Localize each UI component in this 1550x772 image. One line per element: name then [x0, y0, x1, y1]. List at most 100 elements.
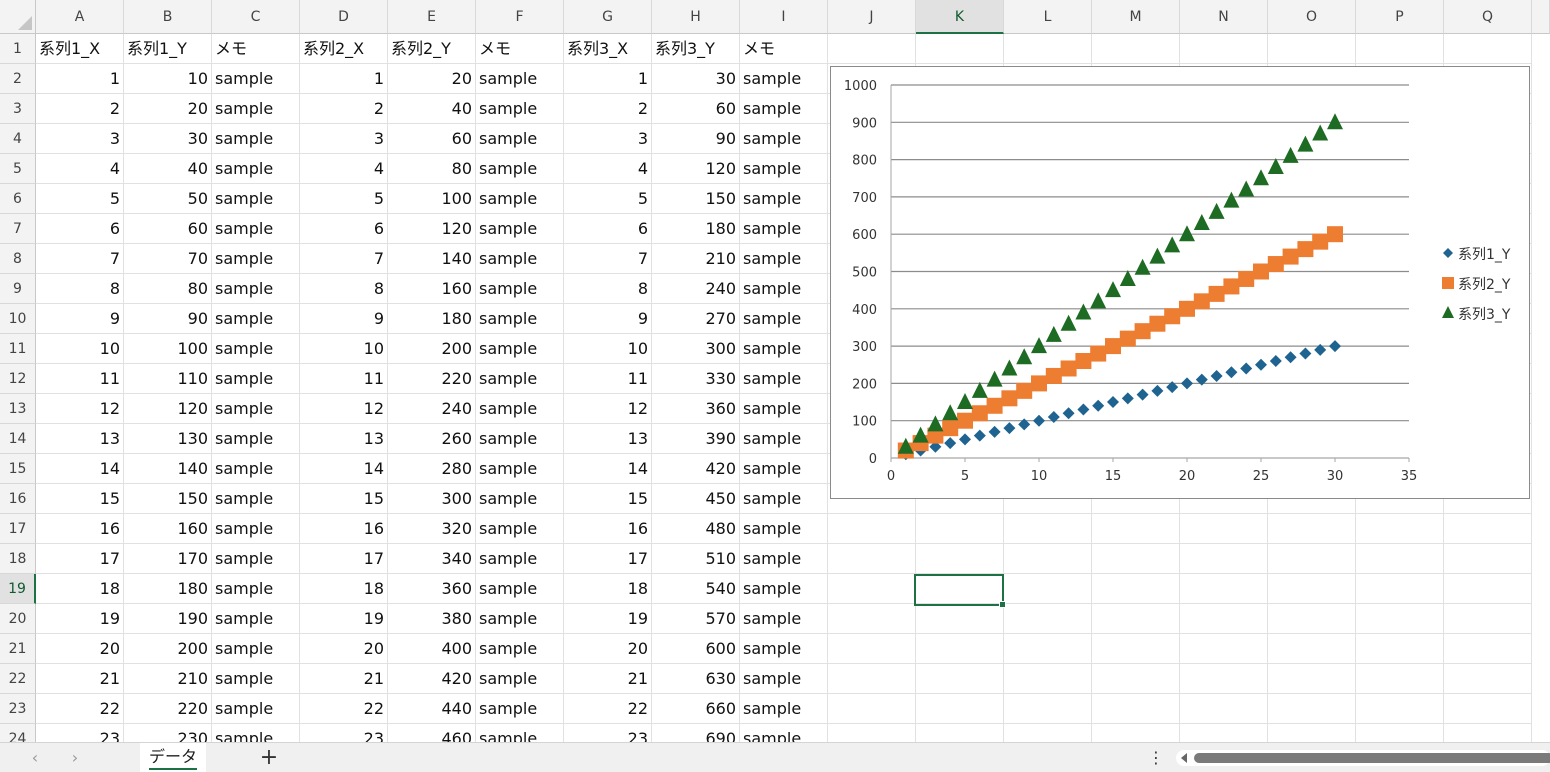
cell-E16[interactable]: 300: [388, 484, 476, 514]
cell-G7[interactable]: 6: [564, 214, 652, 244]
cell-L23[interactable]: [1004, 694, 1092, 724]
cell-G24[interactable]: 23: [564, 724, 652, 742]
row-header-21[interactable]: 21: [0, 634, 36, 664]
cell-L18[interactable]: [1004, 544, 1092, 574]
cell-D13[interactable]: 12: [300, 394, 388, 424]
cell-G17[interactable]: 16: [564, 514, 652, 544]
column-header-N[interactable]: N: [1180, 0, 1268, 34]
column-header-B[interactable]: B: [124, 0, 212, 34]
cell-A3[interactable]: 2: [36, 94, 124, 124]
cell-B23[interactable]: 220: [124, 694, 212, 724]
cell-B14[interactable]: 130: [124, 424, 212, 454]
cell-C16[interactable]: sample: [212, 484, 300, 514]
cell-G15[interactable]: 14: [564, 454, 652, 484]
scrollbar-thumb[interactable]: [1194, 753, 1550, 763]
select-all-corner[interactable]: [0, 0, 36, 34]
row-header-8[interactable]: 8: [0, 244, 36, 274]
cell-P23[interactable]: [1356, 694, 1444, 724]
cell-O23[interactable]: [1268, 694, 1356, 724]
cell-F6[interactable]: sample: [476, 184, 564, 214]
cell-A18[interactable]: 17: [36, 544, 124, 574]
cell-B11[interactable]: 100: [124, 334, 212, 364]
cell-D15[interactable]: 14: [300, 454, 388, 484]
cell-D24[interactable]: 23: [300, 724, 388, 742]
cell-C1[interactable]: メモ: [212, 34, 300, 64]
cell-L17[interactable]: [1004, 514, 1092, 544]
cell-J22[interactable]: [828, 664, 916, 694]
cell-Q21[interactable]: [1444, 634, 1532, 664]
cell-I18[interactable]: sample: [740, 544, 828, 574]
cell-H18[interactable]: 510: [652, 544, 740, 574]
column-header-O[interactable]: O: [1268, 0, 1356, 34]
cell-B13[interactable]: 120: [124, 394, 212, 424]
cell-C9[interactable]: sample: [212, 274, 300, 304]
cell-L1[interactable]: [1004, 34, 1092, 64]
cell-D23[interactable]: 22: [300, 694, 388, 724]
cell-I5[interactable]: sample: [740, 154, 828, 184]
cell-H17[interactable]: 480: [652, 514, 740, 544]
cell-I10[interactable]: sample: [740, 304, 828, 334]
cell-C3[interactable]: sample: [212, 94, 300, 124]
cell-P17[interactable]: [1356, 514, 1444, 544]
selected-cell-K19[interactable]: [914, 574, 1006, 608]
cell-H2[interactable]: 30: [652, 64, 740, 94]
cell-F5[interactable]: sample: [476, 154, 564, 184]
cell-I24[interactable]: sample: [740, 724, 828, 742]
cell-A9[interactable]: 8: [36, 274, 124, 304]
cell-F12[interactable]: sample: [476, 364, 564, 394]
cell-D12[interactable]: 11: [300, 364, 388, 394]
cell-F14[interactable]: sample: [476, 424, 564, 454]
cell-B17[interactable]: 160: [124, 514, 212, 544]
cell-J18[interactable]: [828, 544, 916, 574]
cell-E1[interactable]: 系列2_Y: [388, 34, 476, 64]
cell-E18[interactable]: 340: [388, 544, 476, 574]
cell-A16[interactable]: 15: [36, 484, 124, 514]
cell-L21[interactable]: [1004, 634, 1092, 664]
cell-G18[interactable]: 17: [564, 544, 652, 574]
cell-I23[interactable]: sample: [740, 694, 828, 724]
cell-I6[interactable]: sample: [740, 184, 828, 214]
cell-B12[interactable]: 110: [124, 364, 212, 394]
row-header-10[interactable]: 10: [0, 304, 36, 334]
cell-D6[interactable]: 5: [300, 184, 388, 214]
cell-N20[interactable]: [1180, 604, 1268, 634]
cell-H1[interactable]: 系列3_Y: [652, 34, 740, 64]
cell-A4[interactable]: 3: [36, 124, 124, 154]
column-header-Q[interactable]: Q: [1444, 0, 1532, 34]
cell-D20[interactable]: 19: [300, 604, 388, 634]
cell-A7[interactable]: 6: [36, 214, 124, 244]
row-header-17[interactable]: 17: [0, 514, 36, 544]
cell-P18[interactable]: [1356, 544, 1444, 574]
cell-M1[interactable]: [1092, 34, 1180, 64]
cell-B4[interactable]: 30: [124, 124, 212, 154]
cell-D10[interactable]: 9: [300, 304, 388, 334]
cell-A8[interactable]: 7: [36, 244, 124, 274]
cell-C20[interactable]: sample: [212, 604, 300, 634]
cell-O17[interactable]: [1268, 514, 1356, 544]
cell-C24[interactable]: sample: [212, 724, 300, 742]
cell-G21[interactable]: 20: [564, 634, 652, 664]
cell-C8[interactable]: sample: [212, 244, 300, 274]
cell-G2[interactable]: 1: [564, 64, 652, 94]
cell-G9[interactable]: 8: [564, 274, 652, 304]
cell-D17[interactable]: 16: [300, 514, 388, 544]
cell-C15[interactable]: sample: [212, 454, 300, 484]
cell-E6[interactable]: 100: [388, 184, 476, 214]
cell-D19[interactable]: 18: [300, 574, 388, 604]
cell-N22[interactable]: [1180, 664, 1268, 694]
cell-I21[interactable]: sample: [740, 634, 828, 664]
cell-A14[interactable]: 13: [36, 424, 124, 454]
cell-Q20[interactable]: [1444, 604, 1532, 634]
cell-M21[interactable]: [1092, 634, 1180, 664]
cell-I22[interactable]: sample: [740, 664, 828, 694]
cell-F10[interactable]: sample: [476, 304, 564, 334]
cell-M23[interactable]: [1092, 694, 1180, 724]
cell-F23[interactable]: sample: [476, 694, 564, 724]
cell-H23[interactable]: 660: [652, 694, 740, 724]
cell-H21[interactable]: 600: [652, 634, 740, 664]
column-header-A[interactable]: A: [36, 0, 124, 34]
cell-E5[interactable]: 80: [388, 154, 476, 184]
cell-D14[interactable]: 13: [300, 424, 388, 454]
row-header-5[interactable]: 5: [0, 154, 36, 184]
cell-K23[interactable]: [916, 694, 1004, 724]
